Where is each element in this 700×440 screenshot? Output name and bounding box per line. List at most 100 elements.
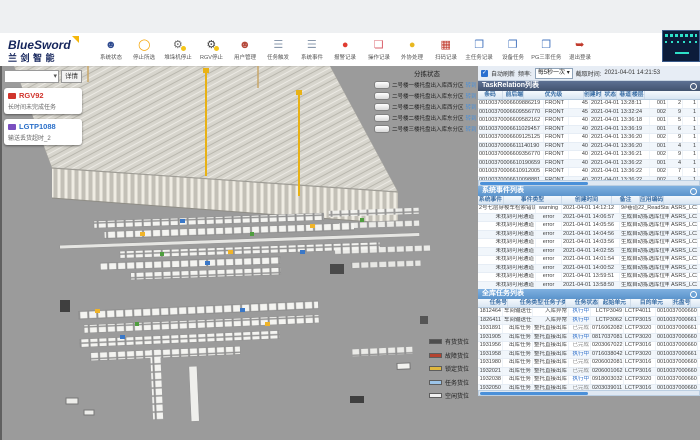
table-row[interactable]: 1932038出库任务 整托直接出库执行中 0918003032LCTP3020… xyxy=(478,376,700,385)
table-row[interactable]: 未找到可用通道error 2021-04-01 14:00:52生成自动拣选库位… xyxy=(478,265,700,274)
column-header: 应用编码 xyxy=(640,196,664,204)
toolbar-device-tasks[interactable]: ❐ 设备任务 xyxy=(496,39,530,61)
toolbar-buttons: ☻ 系统状态 ◯ 停止所选 ⚙ 堆垛机停止 ⚙ RGV停止 xyxy=(94,39,700,61)
column-header: 备注 xyxy=(612,196,640,204)
toolbar-icon: ☻ xyxy=(239,39,251,52)
table-row[interactable]: 00100370006609886219FRONT 452021-04-01 1… xyxy=(478,100,700,109)
table-row[interactable]: 00100370006610912005FRONT 402021-04-01 1… xyxy=(478,168,700,177)
column-header: 事件类型 xyxy=(504,196,562,204)
table-row[interactable]: 1932021出库任务 整托直接出库已完成 0206001062LCTP3016… xyxy=(478,368,700,377)
table-row[interactable]: 00100370006609356770FRONT 402021-04-01 1… xyxy=(478,151,700,160)
table-row[interactable]: 00100370006609125125FRONT 402021-04-01 1… xyxy=(478,134,700,143)
main-toolbar: BlueSword 兰剑智能 ☻ 系统状态 ◯ 停止所选 ⚙ 堆垛机停止 xyxy=(0,33,700,66)
sorting-status-row: 二号楼二楼托盘出入库西分区 转到 xyxy=(374,103,480,111)
scrollbar-thumb[interactable] xyxy=(480,392,588,395)
task-relation-head: 条码前后端优先级创建时间状态巷道楼层 xyxy=(478,91,700,100)
table-row[interactable]: 00100370006610190659FRONT 402021-04-01 1… xyxy=(478,160,700,169)
table-row[interactable]: 1931958出库任务 整托直接出库执行中 0716038042LCTP3020… xyxy=(478,351,700,360)
toolbar-icon: ⚙ xyxy=(206,39,216,52)
toolbar-scan-records[interactable]: ▦ 扫码记录 xyxy=(429,39,463,61)
empty-header-strip xyxy=(0,0,700,34)
toolbar-logout[interactable]: ➥ 退出登录 xyxy=(563,39,597,61)
warehouse-tasks-head: 任务号任务类型任务子类型任务状态起始单元目的单元托盘号 xyxy=(478,299,700,308)
toolbar-icon: ❐ xyxy=(508,39,518,52)
legend-row: 任务货位 xyxy=(429,378,469,387)
table-row[interactable]: 1812464车间输送任务 入库异常执行中 LCTP3049LCTP4011 0… xyxy=(478,308,700,317)
goto-zone-link[interactable]: 转到 xyxy=(466,125,477,133)
table-row[interactable]: 未找到可用通道error 2021-04-01 14:04:56生成自动拣选库位… xyxy=(478,231,700,240)
zone-toggle[interactable] xyxy=(374,103,390,111)
mini-status-bar xyxy=(665,34,697,37)
collapse-section-button[interactable] xyxy=(690,188,697,195)
toolbar-icon: ❏ xyxy=(374,39,384,52)
table-row[interactable]: 00100370006611029457FRONT 402021-04-01 1… xyxy=(478,126,700,135)
table-row[interactable]: 2号七层穿梭车检索错误,手动处理warning 2021-04-01 14:12… xyxy=(478,205,700,214)
alert-filter-select[interactable]: ▾ xyxy=(4,70,59,83)
table-row[interactable]: 1931980出库任务 整托直接出库已完成 0206002081LCTP3016… xyxy=(478,359,700,368)
toolbar-stop-selected[interactable]: ◯ 停止所选 xyxy=(128,39,162,61)
toolbar-task-trigger[interactable]: ☰ 任务触发 xyxy=(262,39,296,61)
column-header: 创建时间 xyxy=(562,196,612,204)
collapse-section-button[interactable] xyxy=(690,291,697,298)
table-row[interactable]: 1931956出库任务 整托直接出库已完成 0203067022LCTP3016… xyxy=(478,342,700,351)
table-row[interactable]: 1931891出库任务 整托直接出库已完成 0716062082LCTP3020… xyxy=(478,325,700,334)
table-row[interactable]: 未找到可用通道error 2021-04-01 14:02:55生成自动拣选库位… xyxy=(478,248,700,257)
toolbar-user-management[interactable]: ☻ 用户管理 xyxy=(228,39,262,61)
toolbar-alarm-records[interactable]: ● 报警记录 xyxy=(329,39,363,61)
table-row[interactable]: 00100370006611140190FRONT 402021-04-01 1… xyxy=(478,143,700,152)
alert-card-lgtp[interactable]: LGTP1088 输送丢货超时_2 xyxy=(4,119,82,145)
column-header: 任务状态 xyxy=(566,299,599,307)
toolbar-stacker-stop[interactable]: ⚙ 堆垛机停止 xyxy=(161,39,195,61)
table-row[interactable]: 1931905出库任务 整托直接出库执行中 0817037081LCTP3020… xyxy=(478,334,700,343)
toolbar-system-status[interactable]: ☻ 系统状态 xyxy=(94,39,128,61)
refresh-frequency-select[interactable]: 每5秒一次 ▾ xyxy=(535,68,573,79)
goto-zone-link[interactable]: 转到 xyxy=(466,92,477,100)
horizontal-scrollbar[interactable] xyxy=(478,390,700,396)
alert-device-id: RGV92 xyxy=(19,91,44,100)
window-edge xyxy=(0,66,2,440)
column-header: 条码 xyxy=(478,91,503,99)
column-header: 优先级 xyxy=(524,91,584,99)
table-row[interactable]: 1826411车间输送任务 入库异常执行中 LCTP3062LCTP3015 0… xyxy=(478,317,700,326)
alert-card-rgv[interactable]: RGV92 长时间未完成任务 xyxy=(4,88,82,114)
table-row[interactable]: 00100370006609556770FRONT 452021-04-01 1… xyxy=(478,109,700,118)
legend-swatch xyxy=(429,339,442,344)
zone-toggle[interactable] xyxy=(374,114,390,122)
goto-zone-link[interactable]: 转到 xyxy=(466,114,477,122)
zone-toggle[interactable] xyxy=(374,125,390,133)
sorting-status-row: 二号楼三楼托盘出入库东分区 转到 xyxy=(374,125,480,133)
toolbar-icon: ❐ xyxy=(474,39,484,52)
toolbar-pg-tasks[interactable]: ❐ PG三率任务 xyxy=(530,39,564,61)
toolbar-rgv-stop[interactable]: ⚙ RGV停止 xyxy=(195,39,229,61)
table-row[interactable]: 00100370006609582162FRONT 402021-04-01 1… xyxy=(478,117,700,126)
collapse-section-button[interactable] xyxy=(690,83,697,90)
sorting-status-row: 二号楼一楼托盘出入库东分区 转到 xyxy=(374,92,480,100)
table-row[interactable]: 未找到可用通道error 2021-04-01 13:58:50生成自动拣选库位… xyxy=(478,282,700,290)
alert-message: 长时间未完成任务 xyxy=(8,102,78,111)
scrollbar-thumb[interactable] xyxy=(480,182,588,185)
details-button[interactable]: 详情 xyxy=(61,70,82,83)
sorting-status-list: 二号楼一楼托盘出入库西分区 转到 二号楼一楼托盘出入库东分区 转到 二号楼二楼托… xyxy=(374,81,480,133)
system-events-header: 系统事件列表 xyxy=(478,186,700,196)
table-row[interactable]: 未找到可用通道error 2021-04-01 14:05:56生成自动拣选库位… xyxy=(478,222,700,231)
goto-zone-link[interactable]: 转到 xyxy=(466,103,477,111)
logo-text-cn: 兰剑智能 xyxy=(8,54,94,63)
wcs-monitor-window: BlueSword 兰剑智能 ☻ 系统状态 ◯ 停止所选 ⚙ 堆垛机停止 xyxy=(0,0,700,440)
table-row[interactable]: 未找到可用通道error 2021-04-01 14:01:54生成自动拣选库位… xyxy=(478,256,700,265)
logo-text-en: BlueSword xyxy=(8,39,71,51)
zone-toggle[interactable] xyxy=(374,92,390,100)
toolbar-icon: ☰ xyxy=(273,39,283,52)
toolbar-operation-records[interactable]: ❏ 操作记录 xyxy=(362,39,396,61)
table-row[interactable]: 未找到可用通道error 2021-04-01 13:59:51生成自动拣选库位… xyxy=(478,273,700,282)
goto-zone-link[interactable]: 转到 xyxy=(466,81,477,89)
toolbar-main-task-records[interactable]: ❐ 主任务记录 xyxy=(463,39,497,61)
toolbar-external-handling[interactable]: ● 外协处理 xyxy=(396,39,430,61)
sorting-status-title: 分拣状态 xyxy=(374,68,480,78)
auto-refresh-checkbox[interactable]: ✓ xyxy=(481,70,488,77)
table-row[interactable]: 未找到可用通道error 2021-04-01 14:03:56生成自动拣选库位… xyxy=(478,239,700,248)
toolbar-system-events[interactable]: ☰ 系统事件 xyxy=(295,39,329,61)
table-row[interactable]: 未找到可用通道error 2021-04-01 14:06:57生成自动拣选库位… xyxy=(478,214,700,223)
column-header: 状态 xyxy=(602,91,617,99)
zone-toggle[interactable] xyxy=(374,81,390,89)
column-header: 目的单元 xyxy=(631,299,673,307)
